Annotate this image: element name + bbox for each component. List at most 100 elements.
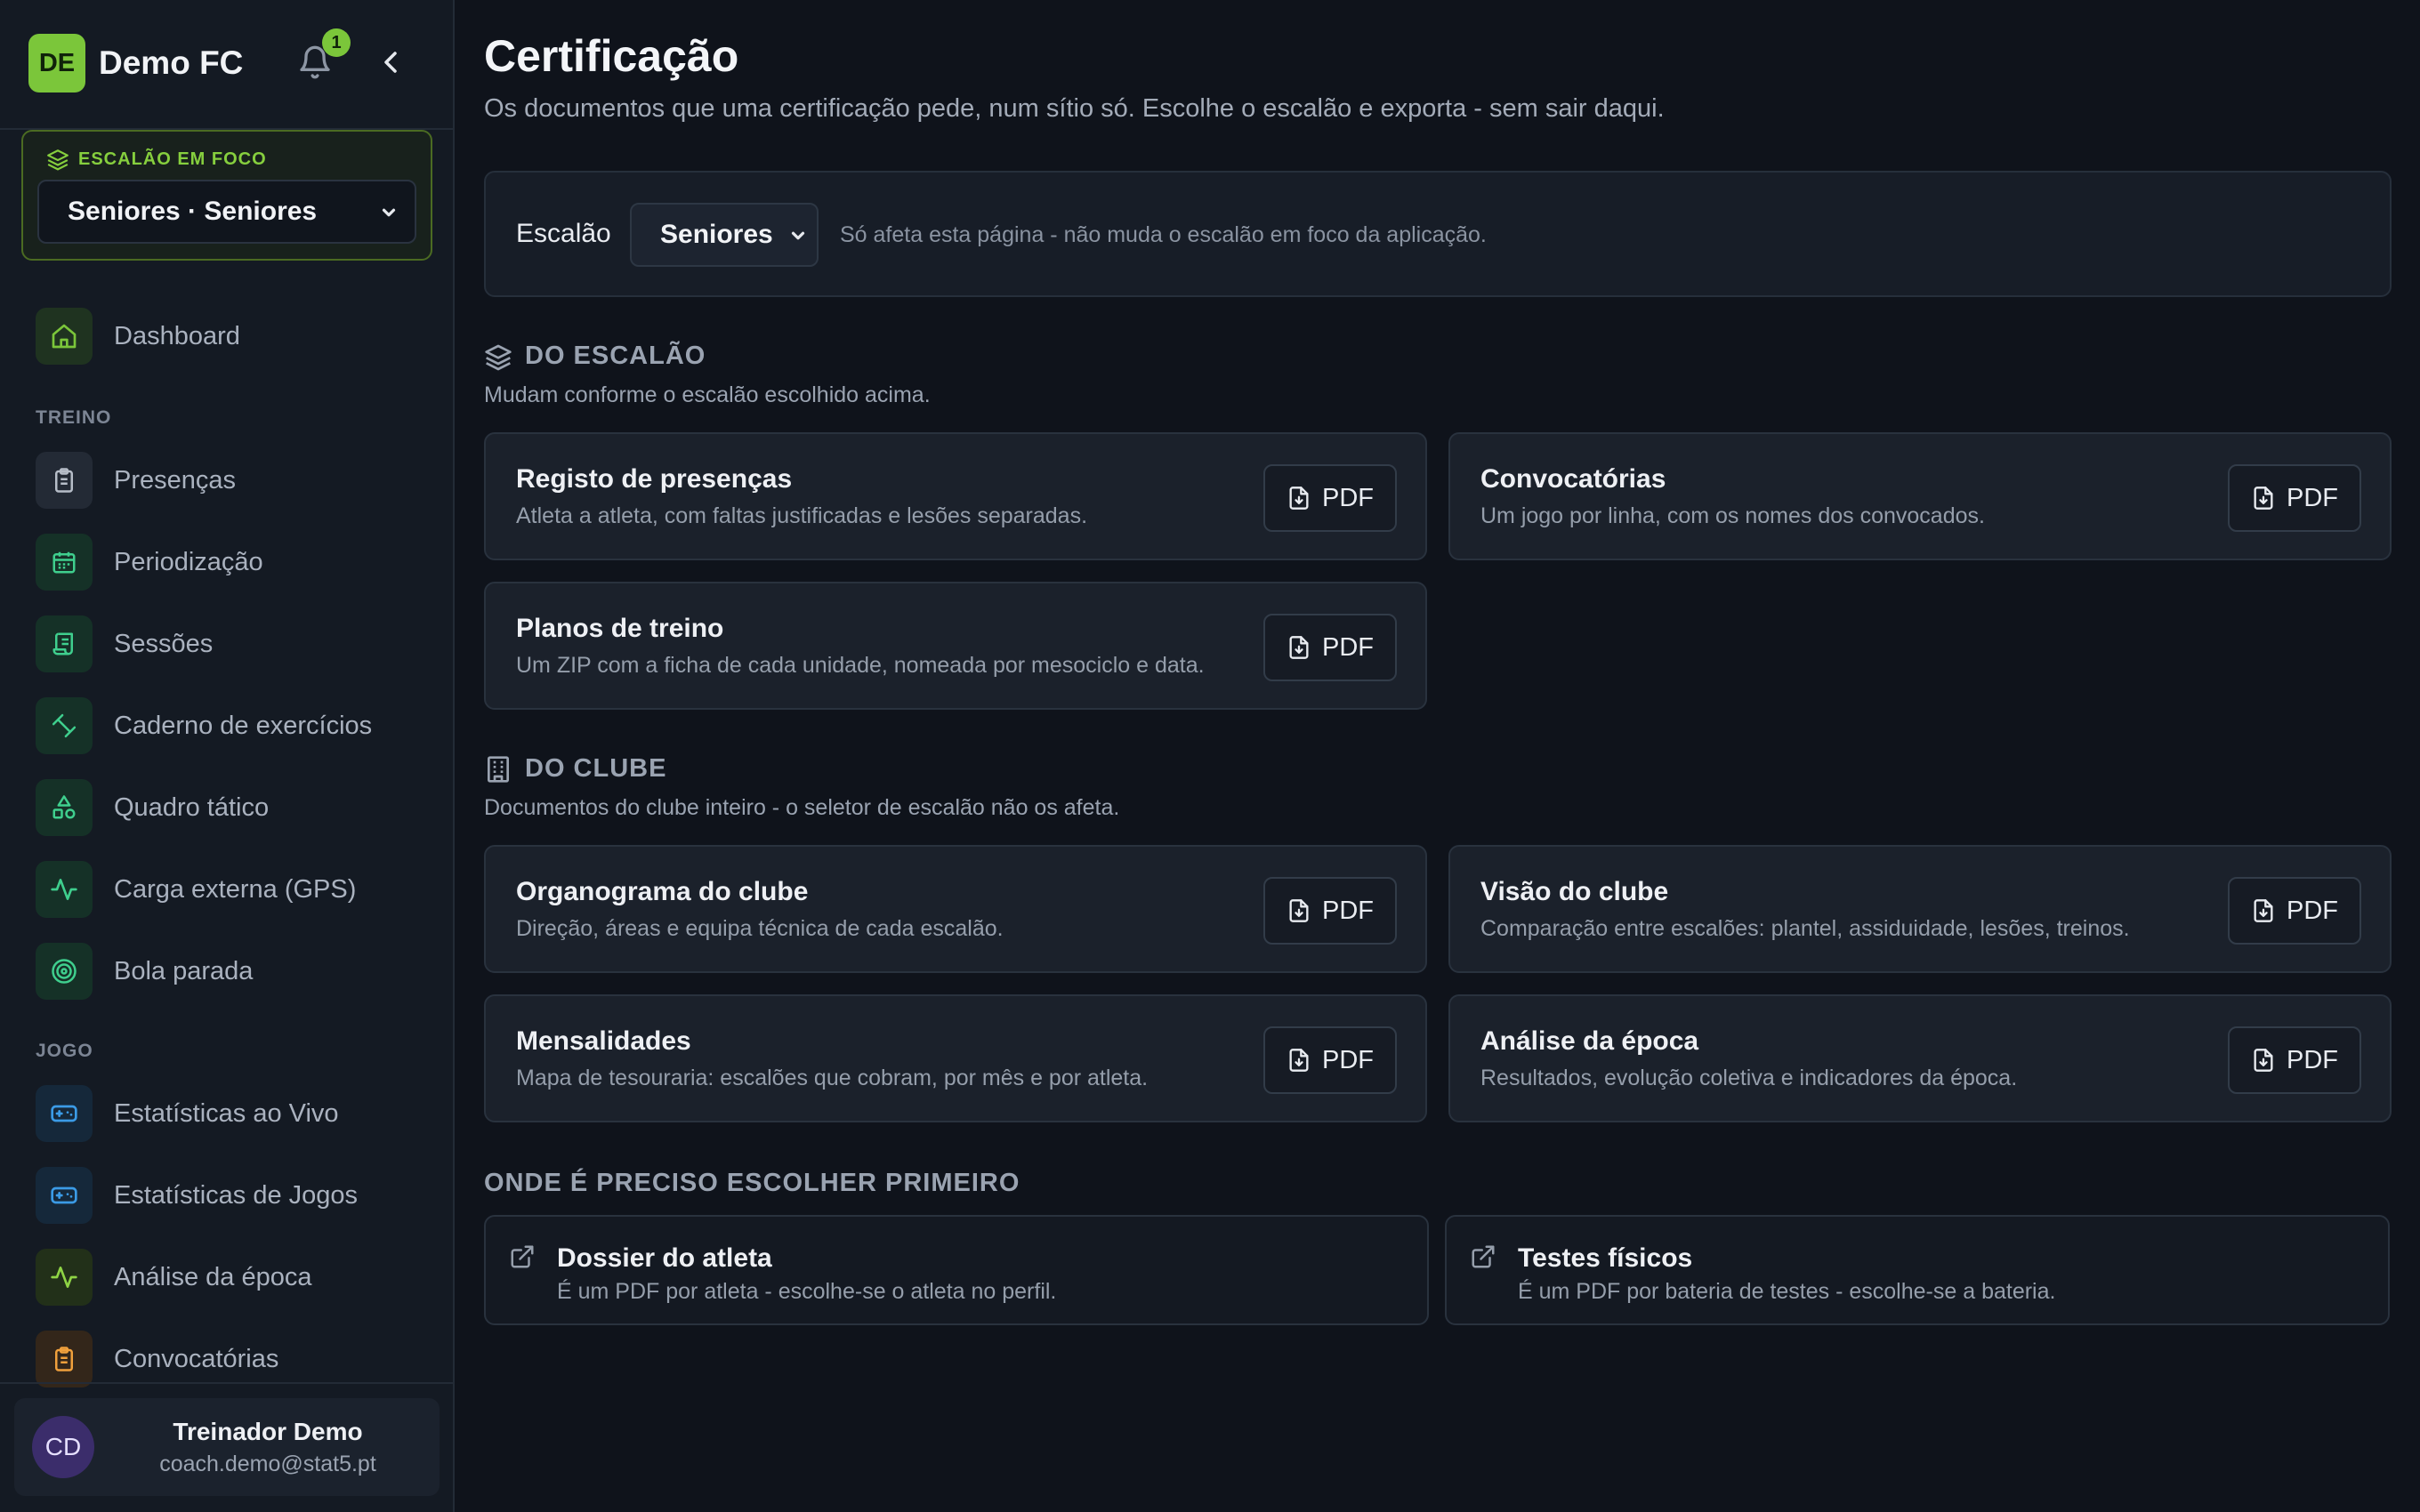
pdf-button-label: PDF — [2287, 483, 2338, 512]
sidebar-item-label: Quadro tático — [114, 792, 270, 822]
brand[interactable]: DE Demo FC — [28, 34, 243, 92]
doc-card-registo-presencas: Registo de presenças Atleta a atleta, co… — [484, 432, 1427, 560]
brand-name: Demo FC — [99, 44, 244, 81]
sidebar-item-label: Periodização — [114, 547, 263, 576]
doc-description: Comparação entre escalões: plantel, assi… — [1480, 916, 2130, 941]
sidebar: DE Demo FC 1 ESCALÃO EM FOCO Seniores · … — [0, 0, 455, 1512]
clipboard-icon — [36, 452, 93, 509]
sidebar-item-sessoes[interactable]: Sessões — [36, 615, 436, 672]
section-clube-subtitle: Documentos do clube inteiro - o seletor … — [484, 795, 1120, 820]
doc-description: Direção, áreas e equipa técnica de cada … — [516, 916, 1004, 941]
doc-card-analise-epoca: Análise da época Resultados, evolução co… — [1448, 994, 2392, 1122]
pdf-button-label: PDF — [2287, 896, 2338, 925]
external-link-icon — [511, 1245, 534, 1268]
dumbbell-icon — [36, 697, 93, 754]
sidebar-item-analise-da-epoca[interactable]: Análise da época — [36, 1249, 436, 1306]
export-pdf-button[interactable]: PDF — [2228, 464, 2361, 532]
export-pdf-button[interactable]: PDF — [1263, 614, 1397, 681]
section-escalao-title: DO ESCALÃO — [525, 342, 706, 370]
link-description: É um PDF por bateria de testes - escolhe… — [1518, 1279, 2056, 1304]
doc-title: Análise da época — [1480, 1026, 1699, 1056]
sidebar-item-dashboard[interactable]: Dashboard — [36, 308, 436, 365]
sidebar-item-periodizacao[interactable]: Periodização — [36, 534, 436, 591]
link-title: Testes físicos — [1518, 1243, 1693, 1273]
export-pdf-button[interactable]: PDF — [2228, 877, 2361, 945]
external-link-icon — [1472, 1245, 1495, 1268]
doc-card-organograma: Organograma do clube Direção, áreas e eq… — [484, 845, 1427, 973]
section-clube-title: DO CLUBE — [525, 754, 667, 783]
sidebar-item-bola-parada[interactable]: Bola parada — [36, 943, 436, 1000]
sidebar-item-label: Presenças — [114, 465, 237, 495]
sidebar-item-quadro-tatico[interactable]: Quadro tático — [36, 779, 436, 836]
pdf-button-label: PDF — [1322, 632, 1374, 662]
pdf-button-label: PDF — [1322, 896, 1374, 925]
sidebar-item-estatisticas-de-jogos[interactable]: Estatísticas de Jogos — [36, 1167, 436, 1224]
team-filter-hint: Só afeta esta página - não muda o escalã… — [840, 222, 1487, 247]
focus-team-select[interactable]: Seniores · Seniores — [37, 180, 416, 244]
link-card-dossier-atleta[interactable]: Dossier do atleta É um PDF por atleta - … — [484, 1215, 1429, 1325]
team-filter-card: Escalão Seniores Só afeta esta página - … — [484, 171, 2392, 297]
doc-description: Um jogo por linha, com os nomes dos conv… — [1480, 503, 1985, 528]
section-escalao-subtitle: Mudam conforme o escalão escolhido acima… — [484, 382, 931, 407]
main-content: Certificação Os documentos que uma certi… — [484, 0, 2393, 1512]
doc-description: Atleta a atleta, com faltas justificadas… — [516, 503, 1088, 528]
doc-title: Mensalidades — [516, 1026, 691, 1056]
focus-team-value: Seniores · Seniores — [68, 197, 318, 226]
sidebar-item-label: Estatísticas de Jogos — [114, 1180, 359, 1210]
page-subtitle: Os documentos que uma certificação pede,… — [484, 94, 1665, 123]
pdf-button-label: PDF — [2287, 1045, 2338, 1074]
focus-team-label: ESCALÃO EM FOCO — [46, 148, 267, 171]
sidebar-item-carga-externa[interactable]: Carga externa (GPS) — [36, 861, 436, 918]
doc-title: Registo de presenças — [516, 464, 793, 494]
gamepad-icon — [36, 1167, 93, 1224]
sidebar-item-convocatorias[interactable]: Convocatórias — [36, 1331, 436, 1387]
team-filter-label: Escalão — [516, 219, 611, 248]
sidebar-item-estatisticas-ao-vivo[interactable]: Estatísticas ao Vivo — [36, 1085, 436, 1142]
target-icon — [36, 943, 93, 1000]
team-filter-value: Seniores — [660, 220, 773, 249]
section-escalao-heading: DO ESCALÃO — [484, 342, 706, 371]
user-email: coach.demo@stat5.pt — [159, 1452, 376, 1476]
gamepad-icon — [36, 1085, 93, 1142]
sidebar-footer-divider — [0, 1382, 454, 1384]
link-title: Dossier do atleta — [557, 1243, 772, 1273]
layers-icon — [47, 149, 69, 171]
user-card[interactable]: CD Treinador Demo coach.demo@stat5.pt — [14, 1398, 440, 1496]
user-name: Treinador Demo — [173, 1418, 363, 1445]
calendar-icon — [36, 534, 93, 591]
export-pdf-button[interactable]: PDF — [1263, 877, 1397, 945]
sidebar-item-label: Dashboard — [114, 321, 240, 350]
sidebar-item-label: Carga externa (GPS) — [114, 874, 357, 904]
link-card-testes-fisicos[interactable]: Testes físicos É um PDF por bateria de t… — [1445, 1215, 2390, 1325]
doc-description: Mapa de tesouraria: escalões que cobram,… — [516, 1066, 1149, 1090]
activity-icon — [36, 1249, 93, 1306]
collapse-sidebar-icon[interactable] — [377, 46, 404, 78]
doc-title: Planos de treino — [516, 614, 724, 643]
sidebar-item-label: Caderno de exercícios — [114, 711, 373, 740]
chevron-down-icon — [791, 231, 805, 240]
file-download-icon — [1289, 899, 1309, 922]
section-clube-heading: DO CLUBE — [484, 754, 666, 784]
activity-icon — [36, 861, 93, 918]
file-download-icon — [2254, 487, 2273, 510]
focus-team-box: ESCALÃO EM FOCO Seniores · Seniores — [21, 130, 432, 261]
doc-title: Visão do clube — [1480, 877, 1669, 906]
nav-section-treino: TREINO — [36, 407, 112, 428]
export-pdf-button[interactable]: PDF — [2228, 1026, 2361, 1094]
brand-logo: DE — [28, 34, 85, 92]
sidebar-item-caderno-exercicios[interactable]: Caderno de exercícios — [36, 697, 436, 754]
doc-description: Um ZIP com a ficha de cada unidade, nome… — [516, 653, 1205, 678]
doc-card-planos-treino: Planos de treino Um ZIP com a ficha de c… — [484, 582, 1427, 710]
pdf-button-label: PDF — [1322, 1045, 1374, 1074]
team-filter-select[interactable]: Seniores — [630, 203, 819, 267]
doc-card-convocatorias: Convocatórias Um jogo por linha, com os … — [1448, 432, 2392, 560]
sidebar-item-presencas[interactable]: Presenças — [36, 452, 436, 509]
section-first-heading: ONDE É PRECISO ESCOLHER PRIMEIRO — [484, 1169, 1020, 1198]
doc-card-visao-clube: Visão do clube Comparação entre escalões… — [1448, 845, 2392, 973]
avatar: CD — [32, 1416, 94, 1478]
export-pdf-button[interactable]: PDF — [1263, 464, 1397, 532]
file-download-icon — [2254, 899, 2273, 922]
export-pdf-button[interactable]: PDF — [1263, 1026, 1397, 1094]
file-download-icon — [2254, 1049, 2273, 1072]
doc-card-mensalidades: Mensalidades Mapa de tesouraria: escalõe… — [484, 994, 1427, 1122]
